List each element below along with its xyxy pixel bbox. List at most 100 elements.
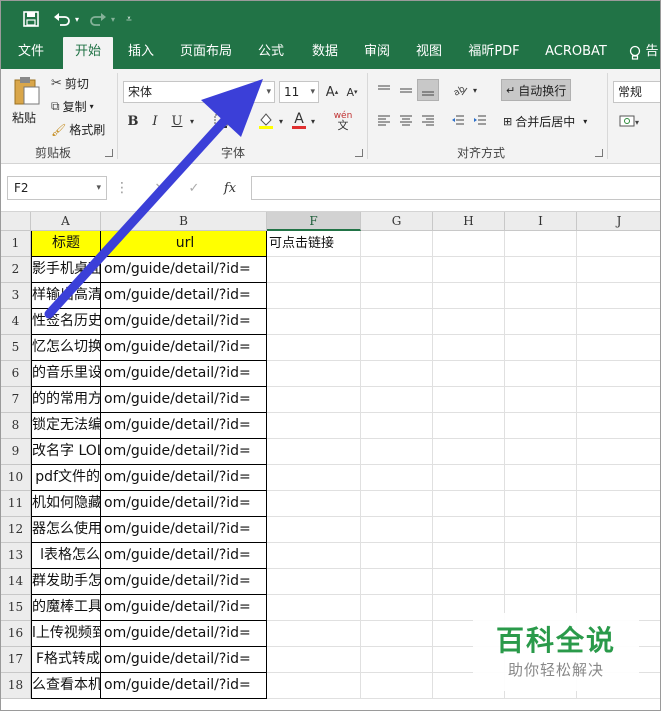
lightbulb-icon[interactable] <box>625 37 645 69</box>
empty-cell[interactable] <box>361 335 433 361</box>
header-cell-url[interactable]: url <box>101 231 267 257</box>
row-header[interactable]: 5 <box>1 335 31 361</box>
row-header[interactable]: 12 <box>1 517 31 543</box>
empty-cell[interactable] <box>505 283 577 309</box>
cell-f[interactable] <box>267 569 361 595</box>
cell-url[interactable]: om/guide/detail/?id= <box>101 595 267 621</box>
empty-cell[interactable] <box>361 231 433 257</box>
cell-f[interactable] <box>267 335 361 361</box>
align-right-icon[interactable] <box>419 111 437 129</box>
empty-cell[interactable] <box>505 439 577 465</box>
align-bottom-icon[interactable] <box>417 79 439 101</box>
decrease-font-icon[interactable]: A ▾ <box>343 83 361 101</box>
empty-cell[interactable] <box>505 231 577 257</box>
empty-cell[interactable] <box>577 231 660 257</box>
empty-cell[interactable] <box>577 335 660 361</box>
empty-cell[interactable] <box>505 309 577 335</box>
insert-function-icon[interactable]: fx <box>219 179 241 197</box>
row-header[interactable]: 15 <box>1 595 31 621</box>
cell-f[interactable] <box>267 257 361 283</box>
cell-f[interactable] <box>267 491 361 517</box>
cell-f-header[interactable]: 可点击链接 <box>267 231 361 257</box>
clipboard-launcher-icon[interactable] <box>105 149 113 157</box>
empty-cell[interactable] <box>577 361 660 387</box>
empty-cell[interactable] <box>433 439 505 465</box>
row-header[interactable]: 14 <box>1 569 31 595</box>
cell-title[interactable]: 的音乐里设 <box>31 361 101 387</box>
cell-url[interactable]: om/guide/detail/?id= <box>101 517 267 543</box>
italic-button[interactable]: I <box>147 111 163 131</box>
align-middle-icon[interactable] <box>397 81 415 99</box>
row-header[interactable]: 11 <box>1 491 31 517</box>
save-icon[interactable] <box>21 8 41 30</box>
customize-qat-icon[interactable]: ⩡ <box>123 8 135 30</box>
empty-cell[interactable] <box>577 517 660 543</box>
underline-button[interactable]: U <box>169 111 185 131</box>
row-header[interactable]: 1 <box>1 231 31 257</box>
formula-input[interactable] <box>251 176 660 200</box>
empty-cell[interactable] <box>361 387 433 413</box>
name-box[interactable]: F2 ▾ <box>7 176 107 200</box>
cell-url[interactable]: om/guide/detail/?id= <box>101 309 267 335</box>
empty-cell[interactable] <box>433 543 505 569</box>
column-header-f[interactable]: F <box>267 212 361 231</box>
cancel-icon[interactable]: ✕ <box>151 179 169 197</box>
cell-f[interactable] <box>267 595 361 621</box>
cell-title[interactable]: 器怎么使用 <box>31 517 101 543</box>
empty-cell[interactable] <box>505 491 577 517</box>
increase-indent-icon[interactable] <box>471 111 489 129</box>
enter-icon[interactable]: ✓ <box>185 179 203 197</box>
empty-cell[interactable] <box>505 517 577 543</box>
empty-cell[interactable] <box>577 491 660 517</box>
empty-cell[interactable] <box>361 283 433 309</box>
empty-cell[interactable] <box>361 309 433 335</box>
copy-dropdown-icon[interactable]: ▾ <box>90 102 94 111</box>
empty-cell[interactable] <box>505 543 577 569</box>
cell-f[interactable] <box>267 387 361 413</box>
cell-title[interactable]: 群发助手怎 <box>31 569 101 595</box>
empty-cell[interactable] <box>577 569 660 595</box>
row-header[interactable]: 7 <box>1 387 31 413</box>
cell-url[interactable]: om/guide/detail/?id= <box>101 491 267 517</box>
empty-cell[interactable] <box>361 465 433 491</box>
decrease-indent-icon[interactable] <box>449 111 467 129</box>
empty-cell[interactable] <box>577 465 660 491</box>
cell-f[interactable] <box>267 283 361 309</box>
empty-cell[interactable] <box>505 257 577 283</box>
undo-dropdown-icon[interactable]: ▾ <box>73 8 81 30</box>
empty-cell[interactable] <box>433 465 505 491</box>
empty-cell[interactable] <box>361 439 433 465</box>
empty-cell[interactable] <box>361 647 433 673</box>
font-color-button[interactable]: A <box>289 109 309 131</box>
cell-f[interactable] <box>267 465 361 491</box>
cell-f[interactable] <box>267 673 361 699</box>
fill-color-dropdown-icon[interactable]: ▾ <box>277 111 285 131</box>
cell-f[interactable] <box>267 543 361 569</box>
number-format-combo[interactable]: 常规 <box>613 81 660 103</box>
cell-title[interactable]: 的的常用方 <box>31 387 101 413</box>
empty-cell[interactable] <box>433 569 505 595</box>
tab-home[interactable]: 开始 <box>63 37 113 69</box>
cell-url[interactable]: om/guide/detail/?id= <box>101 569 267 595</box>
alignment-launcher-icon[interactable] <box>595 149 603 157</box>
empty-cell[interactable] <box>361 491 433 517</box>
empty-cell[interactable] <box>577 309 660 335</box>
empty-cell[interactable] <box>433 335 505 361</box>
empty-cell[interactable] <box>361 543 433 569</box>
cell-url[interactable]: om/guide/detail/?id= <box>101 465 267 491</box>
column-header-g[interactable]: G <box>361 212 433 231</box>
empty-cell[interactable] <box>577 439 660 465</box>
empty-cell[interactable] <box>361 569 433 595</box>
tab-foxit-pdf[interactable]: 福昕PDF <box>461 37 527 69</box>
empty-cell[interactable] <box>505 413 577 439</box>
row-header[interactable]: 13 <box>1 543 31 569</box>
wrap-text-button[interactable]: ↵ 自动换行 <box>501 79 572 101</box>
font-launcher-icon[interactable] <box>355 149 363 157</box>
row-header[interactable]: 9 <box>1 439 31 465</box>
cell-f[interactable] <box>267 517 361 543</box>
merge-dropdown-icon[interactable]: ▾ <box>583 117 587 126</box>
redo-icon[interactable] <box>87 8 109 30</box>
tab-formulas[interactable]: 公式 <box>249 37 293 69</box>
empty-cell[interactable] <box>361 361 433 387</box>
cell-title[interactable]: 性签名历史 <box>31 309 101 335</box>
